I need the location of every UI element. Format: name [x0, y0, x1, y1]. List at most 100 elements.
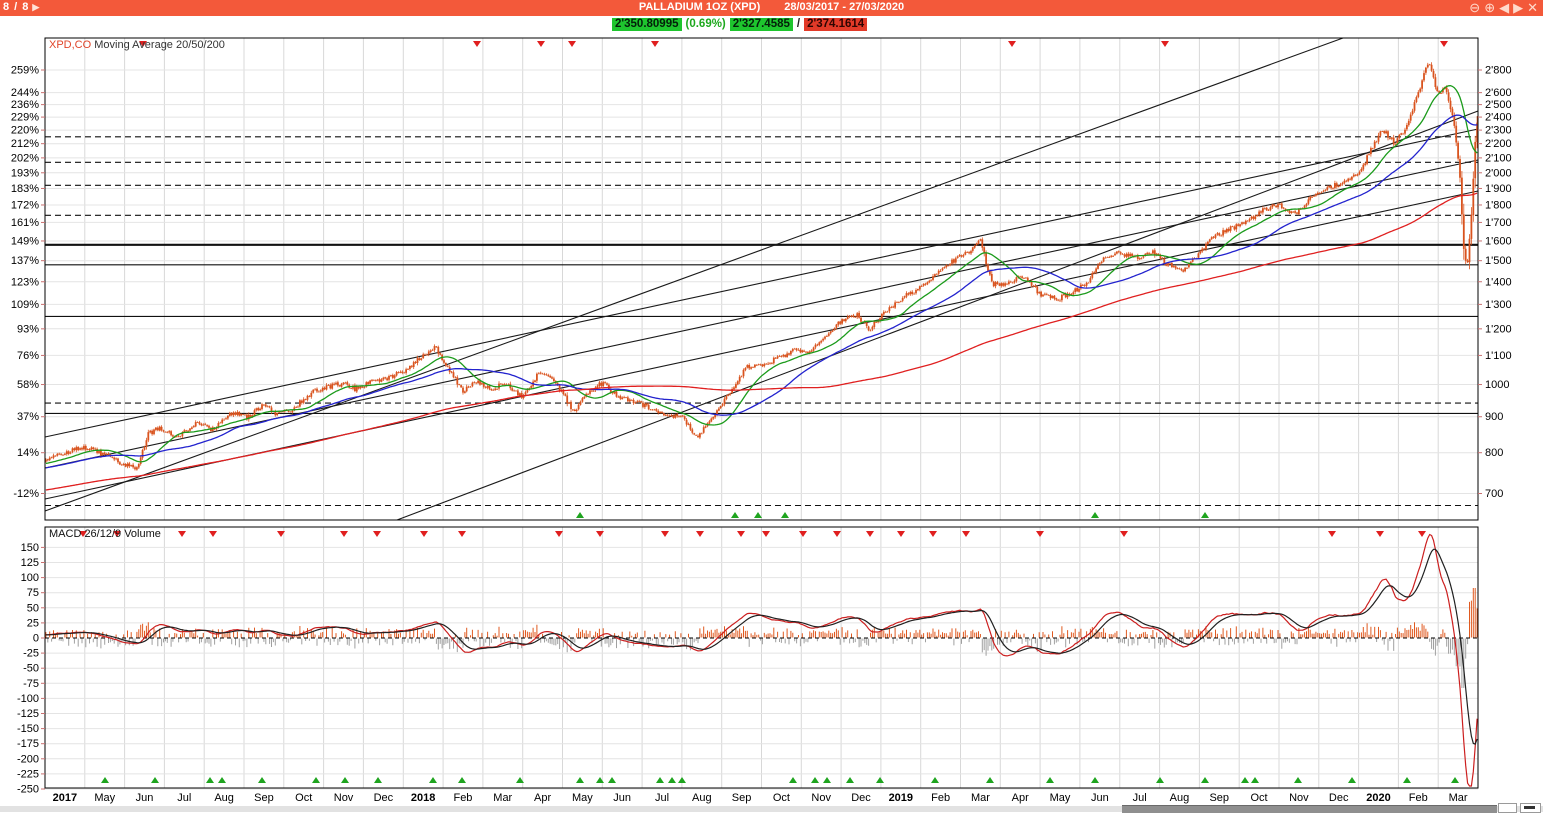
svg-text:800: 800 — [1485, 447, 1503, 459]
svg-text:1'900: 1'900 — [1485, 183, 1512, 195]
svg-text:1'100: 1'100 — [1485, 350, 1512, 362]
svg-text:1'300: 1'300 — [1485, 299, 1512, 311]
chart-mode-icon — [1524, 806, 1535, 809]
svg-text:25: 25 — [27, 617, 39, 629]
month-label: Mar — [1449, 792, 1468, 804]
month-label: May — [1050, 792, 1071, 804]
ask-price: 2'374.1614 — [804, 18, 867, 31]
svg-text:212%: 212% — [11, 138, 39, 150]
last-price: 2'350.80995 — [612, 18, 682, 31]
month-label: 2020 — [1366, 792, 1390, 804]
month-label: May — [94, 792, 115, 804]
svg-text:-25: -25 — [23, 648, 39, 660]
svg-text:125: 125 — [21, 557, 39, 569]
month-label: Jun — [613, 792, 631, 804]
month-label: 2018 — [411, 792, 435, 804]
zoom-in-icon[interactable]: ⊕ — [1484, 0, 1495, 16]
svg-text:0: 0 — [33, 633, 39, 645]
svg-text:75: 75 — [27, 587, 39, 599]
macd-plot[interactable] — [45, 527, 1478, 788]
month-label: Apr — [1012, 792, 1029, 804]
svg-text:1'500: 1'500 — [1485, 255, 1512, 267]
instrument-title: PALLADIUM 1OZ (XPD) — [639, 1, 760, 13]
month-label: Nov — [334, 792, 354, 804]
svg-text:700: 700 — [1485, 488, 1503, 500]
svg-text:-225: -225 — [17, 768, 39, 780]
macd-legend: MACD 26/12/9 Volume — [49, 528, 161, 540]
svg-text:2'400: 2'400 — [1485, 112, 1512, 124]
svg-text:100: 100 — [21, 572, 39, 584]
symbol-code: XPD,CO — [49, 39, 91, 51]
svg-text:2'500: 2'500 — [1485, 99, 1512, 111]
month-label: May — [572, 792, 593, 804]
month-label: Oct — [773, 792, 790, 804]
svg-text:1000: 1000 — [1485, 379, 1509, 391]
svg-text:1'400: 1'400 — [1485, 276, 1512, 288]
month-label: 2017 — [53, 792, 77, 804]
month-label: Aug — [214, 792, 234, 804]
month-label: Dec — [1329, 792, 1349, 804]
close-icon[interactable]: ✕ — [1527, 0, 1538, 16]
month-label: Oct — [295, 792, 312, 804]
month-label: Apr — [534, 792, 551, 804]
svg-text:900: 900 — [1485, 411, 1503, 423]
svg-text:58%: 58% — [17, 379, 39, 391]
title-group: PALLADIUM 1OZ (XPD) 28/03/2017 - 27/03/20… — [0, 1, 1543, 13]
month-label: Jun — [136, 792, 154, 804]
chart-canvas[interactable]: 2'800259%2'600244%2'500236%2'400229%2'30… — [0, 0, 1543, 812]
svg-text:-250: -250 — [17, 784, 39, 796]
svg-text:2'300: 2'300 — [1485, 125, 1512, 137]
svg-text:229%: 229% — [11, 112, 39, 124]
quote-row: 2'350.80995 (0.69%) 2'327.4585 / 2'374.1… — [612, 17, 867, 31]
month-label: Feb — [1409, 792, 1428, 804]
svg-text:109%: 109% — [11, 299, 39, 311]
month-label: Dec — [851, 792, 871, 804]
svg-text:220%: 220% — [11, 125, 39, 137]
svg-text:236%: 236% — [11, 99, 39, 111]
month-label: Jul — [1133, 792, 1147, 804]
month-label: Jul — [655, 792, 669, 804]
svg-text:183%: 183% — [11, 183, 39, 195]
svg-text:2'100: 2'100 — [1485, 152, 1512, 164]
time-axis-labels: 2017 May Jun Jul Aug Sep Oct Nov Dec 2018 Feb Mar Ap… — [53, 792, 1468, 804]
svg-text:123%: 123% — [11, 276, 39, 288]
svg-text:93%: 93% — [17, 323, 39, 335]
svg-text:-150: -150 — [17, 723, 39, 735]
month-label: Feb — [453, 792, 472, 804]
svg-text:244%: 244% — [11, 87, 39, 99]
month-label: Sep — [1209, 792, 1229, 804]
month-label: Feb — [931, 792, 950, 804]
month-label: Aug — [692, 792, 712, 804]
month-label: Jul — [177, 792, 191, 804]
svg-text:2'600: 2'600 — [1485, 87, 1512, 99]
svg-text:1'700: 1'700 — [1485, 217, 1512, 229]
prev-arrow-icon[interactable]: ◀ — [1499, 0, 1509, 16]
svg-text:50: 50 — [27, 602, 39, 614]
bid-ask-separator: / — [797, 18, 800, 31]
svg-text:-200: -200 — [17, 753, 39, 765]
svg-text:14%: 14% — [17, 447, 39, 459]
svg-text:150: 150 — [21, 542, 39, 554]
change-percent: (0.69%) — [686, 18, 726, 31]
svg-text:-12%: -12% — [13, 488, 39, 500]
svg-text:-50: -50 — [23, 663, 39, 675]
svg-text:-125: -125 — [17, 708, 39, 720]
svg-text:2'200: 2'200 — [1485, 138, 1512, 150]
svg-text:1'600: 1'600 — [1485, 235, 1512, 247]
zoom-out-icon[interactable]: ⊖ — [1469, 0, 1480, 16]
ma-legend-text: Moving Average 20/50/200 — [91, 39, 225, 51]
month-label: Sep — [732, 792, 752, 804]
svg-text:137%: 137% — [11, 255, 39, 267]
month-label: Dec — [374, 792, 394, 804]
svg-text:202%: 202% — [11, 152, 39, 164]
svg-text:37%: 37% — [17, 411, 39, 423]
next-arrow-icon[interactable]: ▶ — [1513, 0, 1523, 16]
month-label: 2019 — [889, 792, 913, 804]
svg-text:2'000: 2'000 — [1485, 167, 1512, 179]
svg-text:172%: 172% — [11, 199, 39, 211]
bid-price: 2'327.4585 — [730, 18, 793, 31]
svg-text:1'200: 1'200 — [1485, 323, 1512, 335]
main-chart-plot[interactable] — [45, 38, 1478, 520]
date-range: 28/03/2017 - 27/03/2020 — [784, 1, 904, 13]
title-bar: 8 / 8▶ PALLADIUM 1OZ (XPD)28/03/2017 - 2… — [0, 0, 1543, 16]
